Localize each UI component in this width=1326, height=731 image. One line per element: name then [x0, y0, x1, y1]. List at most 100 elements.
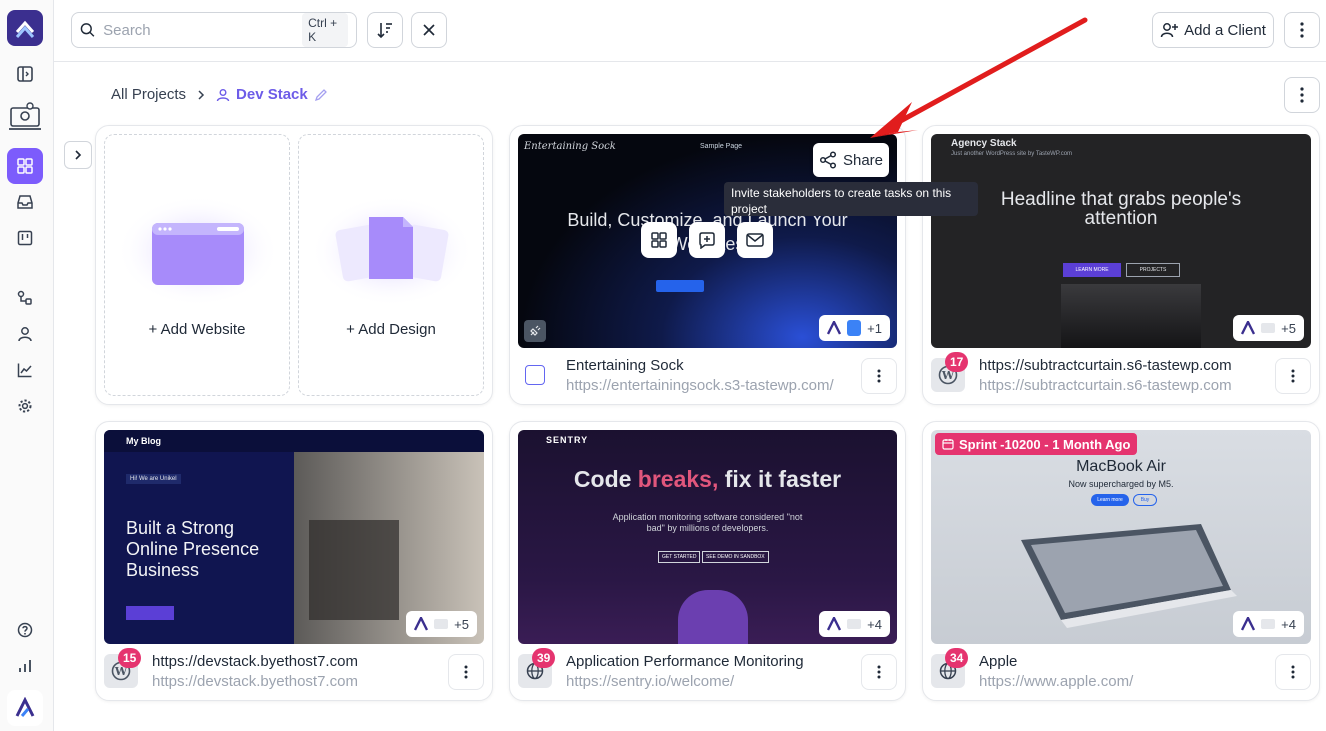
sidebar-item-workspace[interactable] [7, 96, 43, 136]
collaborators[interactable]: +1 [819, 315, 890, 341]
project-url[interactable]: https://entertainingsock.s3-tastewp.com/ [566, 377, 834, 394]
project-url[interactable]: https://subtractcurtain.s6-tastewp.com [979, 377, 1232, 394]
clear-button[interactable] [411, 12, 447, 48]
project-more-button[interactable] [1275, 654, 1311, 690]
add-client-button[interactable]: Add a Client [1152, 12, 1274, 48]
collaborators-extra: +5 [1281, 320, 1296, 336]
sidebar-item-workflows[interactable] [7, 280, 43, 316]
project-title[interactable]: https://devstack.byethost7.com [152, 653, 358, 670]
project-select-checkbox[interactable] [525, 365, 545, 385]
help-icon [17, 622, 33, 638]
thumb-people-photo [1061, 284, 1201, 348]
project-more-button[interactable] [861, 654, 897, 690]
sidebar-item-projects[interactable] [7, 148, 43, 184]
account-avatar[interactable] [7, 690, 43, 726]
brand-mark-icon [414, 617, 429, 631]
sidebar-item-help[interactable] [7, 612, 43, 648]
thumb-desk-photo [309, 520, 399, 620]
project-thumbnail[interactable]: SENTRY Code breaks, fix it faster Applic… [518, 430, 897, 644]
project-card[interactable]: SENTRY Code breaks, fix it faster Applic… [509, 421, 906, 701]
project-more-button[interactable] [861, 358, 897, 394]
plugin-button[interactable] [524, 320, 546, 342]
open-board-button[interactable] [641, 222, 677, 258]
add-task-button[interactable] [689, 222, 725, 258]
add-design-tile[interactable]: + Add Design [298, 134, 484, 396]
bar-chart-icon [19, 660, 31, 672]
sidebar-item-settings[interactable] [7, 388, 43, 424]
website-illustration-icon [116, 195, 280, 307]
thumb-headline: Built a Strong Online Presence Business [126, 518, 260, 580]
sort-button[interactable] [367, 12, 403, 48]
expand-panel-button[interactable] [64, 141, 92, 169]
sidebar-item-inbox[interactable] [7, 184, 43, 220]
user-icon [216, 88, 230, 101]
thumb-cta-1: GET STARTED [658, 551, 701, 563]
project-more-button[interactable] [448, 654, 484, 690]
more-vertical-icon [877, 665, 881, 679]
project-title[interactable]: Entertaining Sock [566, 357, 684, 374]
avatar [1261, 323, 1276, 333]
email-button[interactable] [737, 222, 773, 258]
thumb-cta-1: LEARN MORE [1063, 263, 1121, 277]
thumb-tag: Hi! We are Unikel [126, 474, 181, 484]
notification-badge: 39 [532, 648, 556, 668]
collaborators[interactable]: +5 [1233, 315, 1304, 341]
edit-icon[interactable] [314, 88, 328, 102]
collaborators-extra: +1 [867, 320, 882, 336]
project-card[interactable]: MacBook Air Now supercharged by M5. Lear… [922, 421, 1320, 701]
avatar [1261, 619, 1276, 629]
brand-mark-icon [1241, 321, 1256, 335]
brand-mark-icon [1241, 617, 1256, 631]
thumb-headline: Headline that grabs people's attention [1000, 189, 1242, 229]
board-icon [17, 230, 33, 246]
search-box[interactable]: Ctrl + K [71, 12, 357, 48]
thumb-headline: Code breaks, fix it faster [573, 466, 842, 492]
search-input[interactable] [103, 21, 303, 39]
collaborators[interactable]: +4 [819, 611, 890, 637]
sidebar-item-reports[interactable] [7, 352, 43, 388]
sidebar-item-analytics[interactable] [7, 648, 43, 684]
sidebar [0, 0, 54, 731]
project-url[interactable]: https://www.apple.com/ [979, 673, 1133, 690]
user-plus-icon [1160, 23, 1179, 38]
project-title[interactable]: Application Performance Monitoring [566, 653, 804, 670]
sprint-label: Sprint -10200 - 1 Month Ago [959, 436, 1131, 452]
add-design-label: + Add Design [346, 321, 436, 338]
thumb-cta-2: SEE DEMO IN SANDBOX [702, 551, 769, 563]
sidebar-item-users[interactable] [7, 316, 43, 352]
project-thumbnail[interactable]: Agency Stack Just another WordPress site… [931, 134, 1311, 348]
sidebar-item-board[interactable] [7, 220, 43, 256]
thumb-cta-2: Buy [1133, 494, 1157, 506]
add-tiles-card: + Add Website + Add Design [95, 125, 493, 405]
app-logo[interactable] [7, 10, 43, 46]
thumb-headline: MacBook Air [1076, 458, 1166, 475]
collaborators[interactable]: +4 [1233, 611, 1304, 637]
project-thumbnail[interactable]: MacBook Air Now supercharged by M5. Lear… [931, 430, 1311, 644]
project-url[interactable]: https://sentry.io/welcome/ [566, 673, 734, 690]
share-button[interactable]: Share [813, 143, 889, 177]
add-client-label: Add a Client [1184, 21, 1266, 39]
notification-badge: 34 [945, 648, 969, 668]
project-thumbnail[interactable]: My Blog Hi! We are Unikel Built a Strong… [104, 430, 484, 644]
avatar [847, 619, 862, 629]
project-url[interactable]: https://devstack.byethost7.com [152, 673, 358, 690]
project-card[interactable]: Agency Stack Just another WordPress site… [922, 125, 1320, 405]
header-more-button[interactable] [1284, 12, 1320, 48]
add-website-tile[interactable]: + Add Website [104, 134, 290, 396]
page-more-button[interactable] [1284, 77, 1320, 113]
collaborators[interactable]: +5 [406, 611, 477, 637]
sidebar-toggle-button[interactable] [7, 56, 43, 92]
logo-icon [15, 20, 35, 38]
project-title[interactable]: https://subtractcurtain.s6-tastewp.com [979, 357, 1232, 374]
close-icon [423, 24, 435, 36]
project-title[interactable]: Apple [979, 653, 1017, 670]
chart-line-icon [17, 363, 32, 378]
thumb-brand: Entertaining Sock [524, 141, 616, 152]
sprint-badge[interactable]: Sprint -10200 - 1 Month Ago [935, 433, 1138, 455]
thumb-subheadline: Application monitoring software consider… [612, 512, 803, 533]
project-card[interactable]: My Blog Hi! We are Unikel Built a Strong… [95, 421, 493, 701]
share-icon [819, 151, 837, 169]
project-more-button[interactable] [1275, 358, 1311, 394]
breadcrumb-all-projects[interactable]: All Projects [111, 86, 186, 103]
thumb-brand: My Blog [126, 436, 161, 446]
